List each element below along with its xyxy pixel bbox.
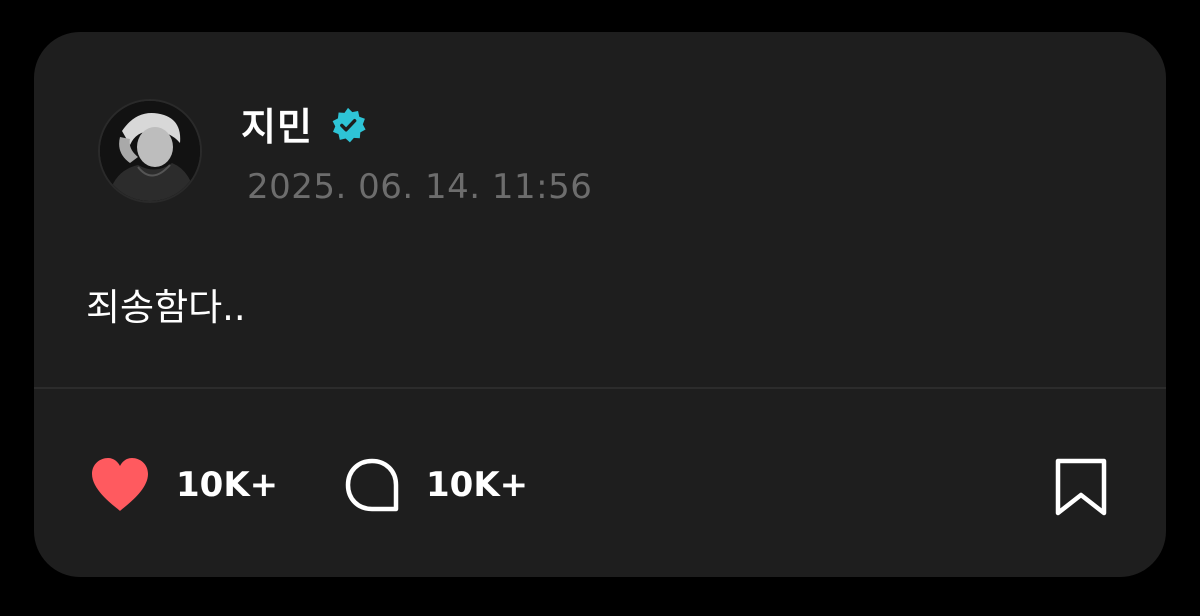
verified-badge-icon xyxy=(332,107,366,143)
post-timestamp: 2025. 06. 14. 11:56 xyxy=(247,167,593,207)
speech-bubble-icon xyxy=(345,458,399,512)
post-text: 죄송함다.. xyxy=(86,286,246,329)
like-button[interactable]: 10K+ xyxy=(90,452,278,518)
avatar[interactable] xyxy=(98,99,202,203)
bookmark-icon xyxy=(1055,458,1107,516)
comment-count: 10K+ xyxy=(426,465,529,505)
post-card: 지민 2025. 06. 14. 11:56 죄송함다.. 10K+ 10K+ xyxy=(34,32,1166,577)
avatar-image xyxy=(100,101,200,201)
divider xyxy=(34,387,1166,389)
heart-icon xyxy=(92,458,148,511)
author-row: 지민 xyxy=(241,96,367,151)
author-name[interactable]: 지민 xyxy=(241,96,313,151)
bookmark-button[interactable] xyxy=(1052,457,1110,517)
comment-button[interactable]: 10K+ xyxy=(344,452,528,518)
like-count: 10K+ xyxy=(176,465,279,505)
